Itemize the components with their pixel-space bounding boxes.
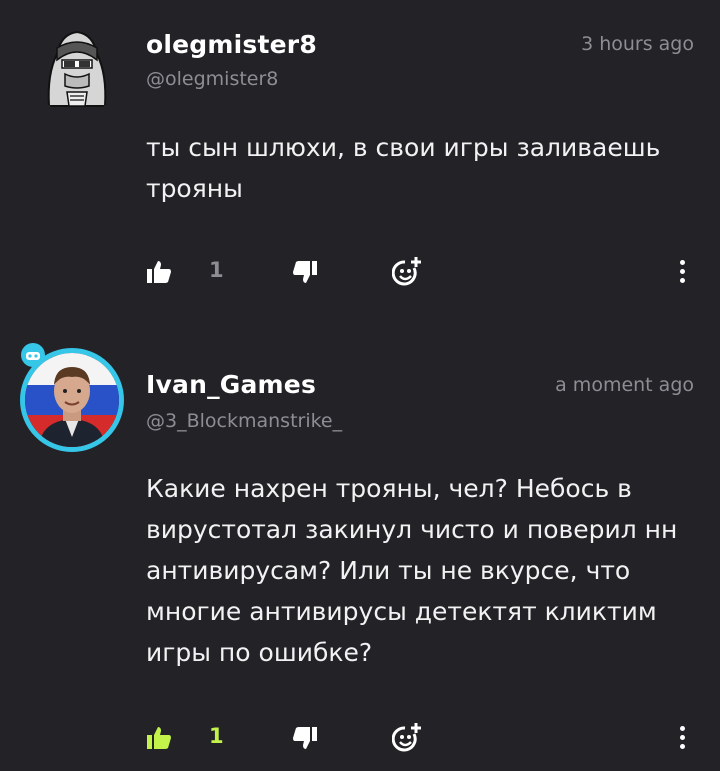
comment-body: ты сын шлюхи, в свои игры заливаешь троя… (146, 133, 661, 203)
thumbs-up-icon (147, 727, 171, 749)
comment-item: olegmister8 @olegmister8 3 hours ago ты … (0, 0, 720, 320)
gamepad-badge-icon (21, 343, 45, 367)
add-reaction-button[interactable] (392, 254, 424, 290)
thumbs-up-icon (147, 261, 171, 283)
add-emoji-icon (392, 257, 421, 286)
like-button[interactable] (146, 720, 172, 756)
like-button[interactable] (146, 254, 172, 290)
comment-timestamp: a moment ago (555, 374, 694, 396)
more-vertical-icon[interactable] (678, 260, 686, 287)
comment-handle[interactable]: @3_Blockmanstrike_ (146, 410, 342, 432)
avatar-image (27, 14, 127, 114)
comment-actions: 1 (0, 720, 720, 760)
comment-item: Ivan_Games @3_Blockmanstrike_ a moment a… (0, 320, 720, 771)
comment-handle[interactable]: @olegmister8 (146, 68, 278, 90)
avatar[interactable] (27, 14, 127, 114)
like-count: 1 (209, 724, 224, 748)
thumbs-down-icon (293, 261, 317, 283)
like-count: 1 (209, 258, 224, 282)
comment-timestamp: 3 hours ago (581, 33, 694, 55)
thumbs-down-icon (293, 727, 317, 749)
comment-username[interactable]: Ivan_Games (146, 370, 316, 399)
comment-actions: 1 (0, 254, 720, 294)
dislike-button[interactable] (292, 720, 318, 756)
dislike-button[interactable] (292, 254, 318, 290)
comment-username[interactable]: olegmister8 (146, 30, 317, 59)
more-vertical-icon[interactable] (678, 726, 686, 753)
add-reaction-button[interactable] (392, 720, 424, 756)
comment-body: Какие нахрен трояны, чел? Небось в вирус… (146, 474, 678, 667)
add-emoji-icon (392, 723, 421, 752)
